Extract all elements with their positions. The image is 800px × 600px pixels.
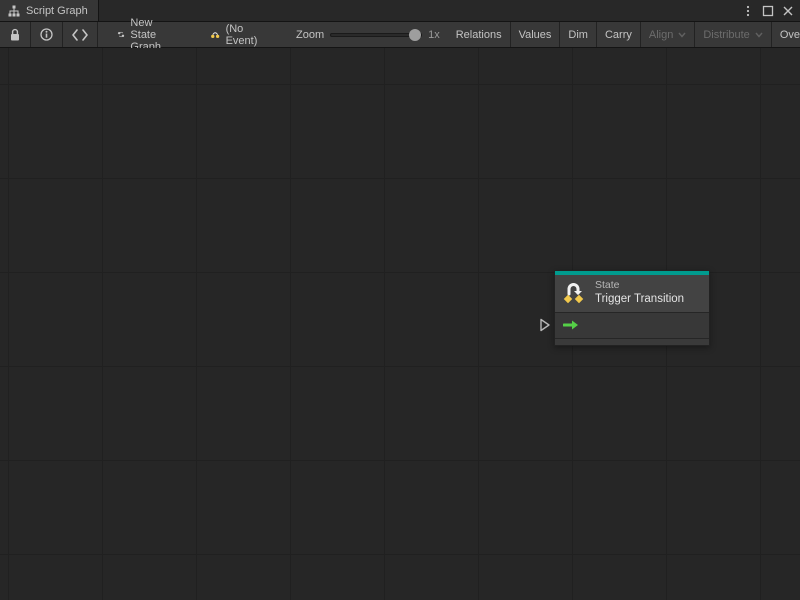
- code-icon: [72, 29, 88, 41]
- align-dropdown[interactable]: Align: [641, 22, 695, 47]
- carry-toggle[interactable]: Carry: [597, 22, 641, 47]
- overflow-button[interactable]: Ove: [772, 22, 800, 47]
- node-input-row[interactable]: [555, 313, 709, 339]
- tab-label: Script Graph: [26, 5, 88, 17]
- relations-toggle[interactable]: Relations: [448, 22, 511, 47]
- dim-toggle[interactable]: Dim: [560, 22, 597, 47]
- event-selector[interactable]: (No Event): [202, 22, 270, 47]
- zoom-value: 1x: [428, 29, 440, 41]
- zoom-label: Zoom: [296, 29, 324, 41]
- new-state-graph-button[interactable]: New State Graph: [109, 22, 184, 47]
- toolbar: New State Graph (No Event) Zoom 1x Relat…: [0, 22, 800, 48]
- node-title: Trigger Transition: [595, 292, 684, 306]
- values-toggle[interactable]: Values: [511, 22, 561, 47]
- lock-button[interactable]: [0, 22, 31, 47]
- chevron-down-icon: [678, 32, 686, 38]
- distribute-dropdown[interactable]: Distribute: [695, 22, 771, 47]
- state-transition-icon: [563, 281, 587, 305]
- info-button[interactable]: [31, 22, 63, 47]
- node-category: State: [595, 279, 684, 292]
- node-footer: [555, 339, 709, 345]
- state-graph-icon: [117, 28, 125, 41]
- zoom-thumb[interactable]: [409, 29, 421, 41]
- kebab-menu-icon[interactable]: [742, 5, 754, 17]
- event-icon: [210, 29, 220, 41]
- info-icon: [40, 28, 53, 41]
- zoom-control: Zoom 1x: [288, 22, 448, 47]
- tab-script-graph[interactable]: Script Graph: [0, 0, 99, 21]
- maximize-icon[interactable]: [762, 5, 774, 17]
- node-header[interactable]: State Trigger Transition: [555, 275, 709, 313]
- lock-icon: [9, 28, 21, 42]
- event-label: (No Event): [226, 23, 262, 47]
- code-button[interactable]: [63, 22, 98, 47]
- chevron-down-icon: [755, 32, 763, 38]
- node-trigger-transition[interactable]: State Trigger Transition: [554, 270, 710, 346]
- graph-canvas[interactable]: State Trigger Transition: [0, 48, 800, 600]
- zoom-slider[interactable]: [330, 33, 422, 37]
- flow-arrow-icon: [563, 319, 579, 331]
- hierarchy-icon: [8, 5, 20, 17]
- flow-input-port[interactable]: [540, 319, 551, 332]
- close-icon[interactable]: [782, 5, 794, 17]
